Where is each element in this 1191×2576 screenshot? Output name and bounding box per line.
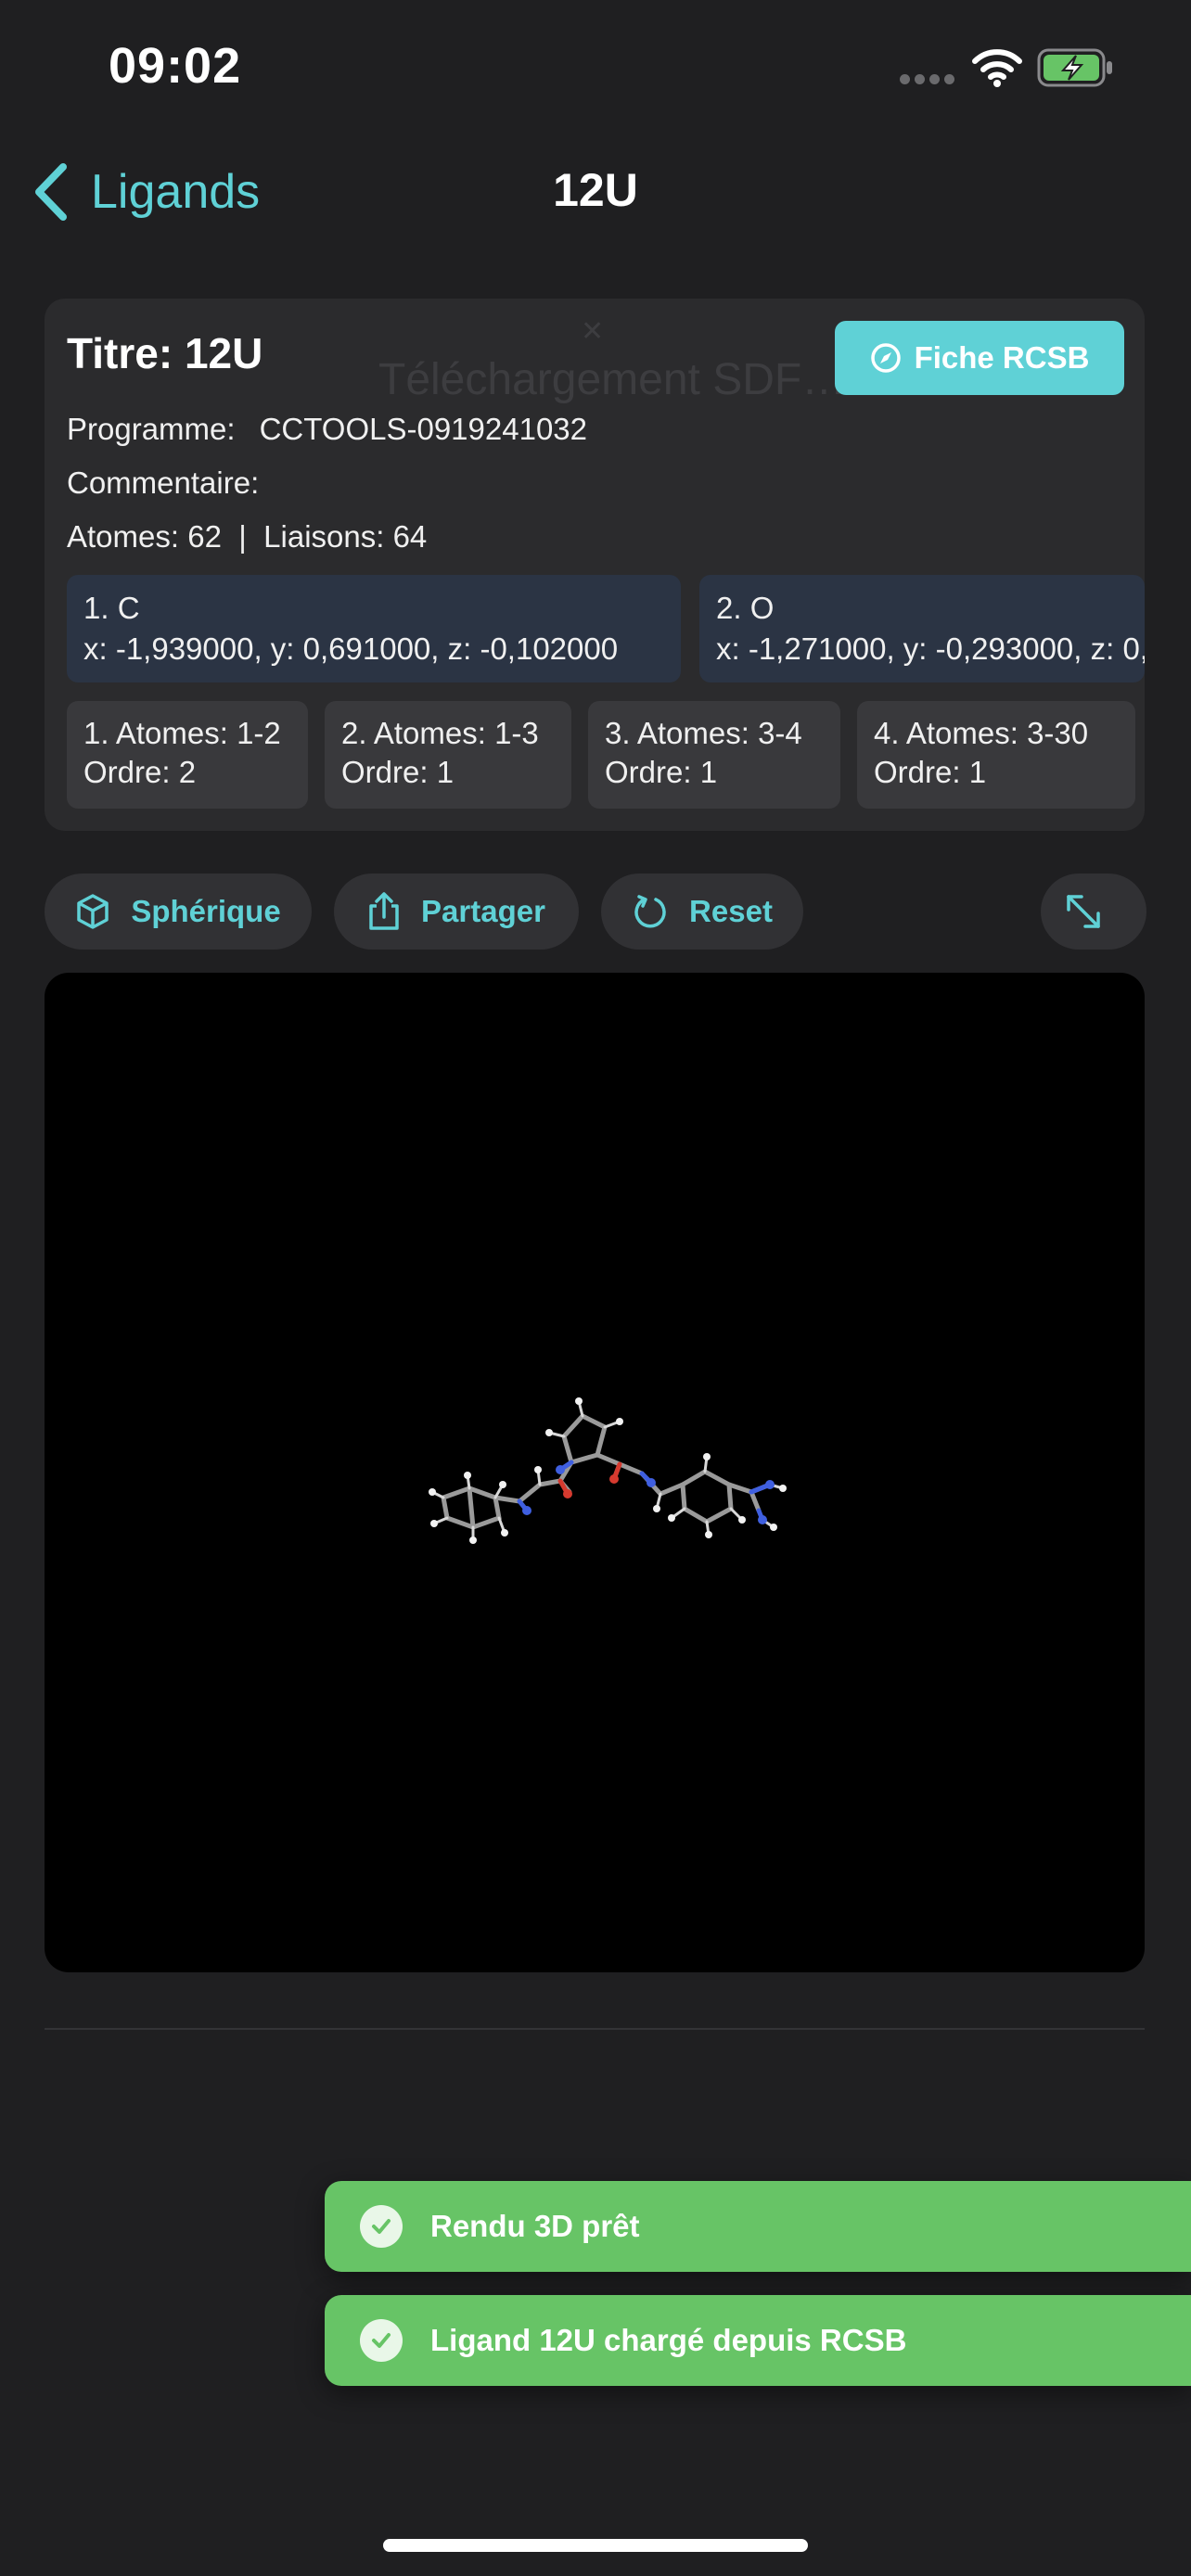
bond-card[interactable]: 3. Atomes: 3-4 Ordre: 1: [588, 701, 840, 809]
style-button-label: Sphérique: [131, 894, 281, 928]
bond-atoms: 3. Atomes: 3-4: [605, 716, 802, 750]
atom-card[interactable]: 2. O x: -1,271000, y: -0,293000, z: 0,00…: [699, 575, 1145, 682]
program-row: Programme: CCTOOLS-0919241032: [67, 412, 587, 447]
bond-order: Ordre: 1: [341, 755, 455, 789]
molecule-3d-viewer[interactable]: [45, 973, 1145, 1972]
home-indicator[interactable]: [383, 2539, 808, 2552]
ghost-close-icon: ✕: [581, 316, 605, 347]
bond-card[interactable]: 2. Atomes: 1-3 Ordre: 1: [325, 701, 571, 809]
comment-label: Commentaire:: [67, 465, 260, 500]
atom-name: 2. O: [716, 591, 775, 625]
toast-text: Ligand 12U chargé depuis RCSB: [430, 2323, 907, 2357]
bond-order: Ordre: 2: [83, 755, 197, 789]
checkmark-icon: [360, 2205, 403, 2248]
fullscreen-button[interactable]: [1041, 874, 1146, 950]
comment-row: Commentaire:: [67, 465, 283, 501]
cellular-signal-icon: [900, 72, 959, 89]
share-icon: [369, 892, 399, 930]
wifi-icon: [972, 49, 1022, 87]
toast-notification[interactable]: Ligand 12U chargé depuis RCSB: [325, 2295, 1191, 2386]
battery-charging-icon: [1037, 48, 1112, 87]
download-overlay-text: Téléchargement SDF…: [378, 355, 847, 404]
atom-card[interactable]: 1. C x: -1,939000, y: 0,691000, z: -0,10…: [67, 575, 681, 682]
reset-button-label: Reset: [689, 894, 773, 928]
bond-order: Ordre: 1: [874, 755, 987, 789]
share-button-label: Partager: [421, 894, 545, 928]
ligand-info-card: ✕ Téléchargement SDF… Titre: 12U Fiche R…: [45, 299, 1145, 831]
toast-notification[interactable]: Rendu 3D prêt: [325, 2181, 1191, 2272]
bond-atoms: 1. Atomes: 1-2: [83, 716, 281, 750]
back-button-label: Ligands: [91, 165, 261, 219]
reset-icon: [634, 895, 666, 928]
chevron-left-icon: [35, 163, 67, 221]
atom-coords: x: -1,271000, y: -0,293000, z: 0,000000: [716, 631, 1145, 666]
bond-atoms: 2. Atomes: 1-3: [341, 716, 539, 750]
share-button[interactable]: Partager: [334, 874, 579, 950]
program-label: Programme:: [67, 412, 236, 446]
ligand-title: Titre: 12U: [67, 329, 263, 377]
atom-bond-counts: Atomes: 62 | Liaisons: 64: [67, 519, 428, 554]
atom-name: 1. C: [83, 591, 140, 625]
program-value: CCTOOLS-0919241032: [259, 412, 588, 446]
rcsb-sheet-button[interactable]: Fiche RCSB: [835, 321, 1124, 395]
bond-card[interactable]: 4. Atomes: 3-30 Ordre: 1: [857, 701, 1135, 809]
bond-atoms: 4. Atomes: 3-30: [874, 716, 1089, 750]
bond-order: Ordre: 1: [605, 755, 718, 789]
style-spherical-button[interactable]: Sphérique: [45, 874, 312, 950]
back-button[interactable]: Ligands: [33, 163, 260, 221]
reset-button[interactable]: Reset: [601, 874, 803, 950]
checkmark-icon: [360, 2319, 403, 2362]
compass-icon: [870, 343, 901, 373]
bond-card[interactable]: 1. Atomes: 1-2 Ordre: 2: [67, 701, 308, 809]
atom-coords: x: -1,939000, y: 0,691000, z: -0,102000: [83, 631, 619, 666]
expand-icon: [1067, 895, 1100, 928]
rcsb-button-label: Fiche RCSB: [914, 340, 1090, 375]
cube-icon: [77, 894, 109, 929]
toast-text: Rendu 3D prêt: [430, 2209, 640, 2243]
status-time: 09:02: [109, 38, 242, 94]
section-divider: [45, 2028, 1145, 2030]
molecule-render: [429, 1397, 787, 1544]
